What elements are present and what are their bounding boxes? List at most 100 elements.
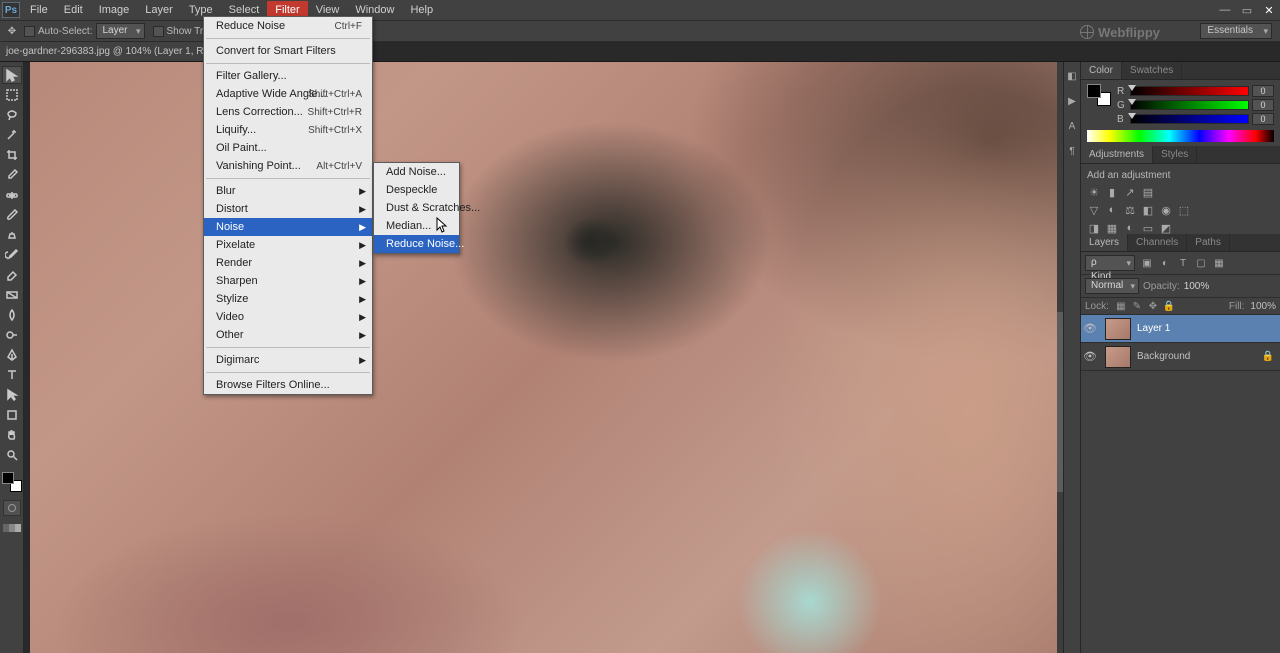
menu-edit[interactable]: Edit bbox=[56, 1, 91, 19]
filter-digimarc[interactable]: Digimarc▶ bbox=[204, 351, 372, 369]
filter-lens-correction[interactable]: Lens Correction...Shift+Ctrl+R bbox=[204, 103, 372, 121]
filter-smart-icon[interactable]: ▦ bbox=[1213, 257, 1225, 269]
noise-median[interactable]: Median... bbox=[374, 217, 459, 235]
tab-styles[interactable]: Styles bbox=[1153, 146, 1197, 163]
gradient-tool[interactable] bbox=[2, 286, 22, 304]
layer-item[interactable]: 👁 Layer 1 bbox=[1081, 315, 1280, 343]
history-brush-tool[interactable] bbox=[2, 246, 22, 264]
layer-thumbnail[interactable] bbox=[1105, 346, 1131, 368]
selective-color-adjustment-icon[interactable]: ◩ bbox=[1159, 221, 1173, 235]
filter-type-icon[interactable]: T bbox=[1177, 257, 1189, 269]
r-value[interactable]: 0 bbox=[1252, 85, 1274, 97]
noise-reduce-noise[interactable]: Reduce Noise... bbox=[374, 235, 459, 253]
quick-mask-toggle[interactable] bbox=[3, 500, 21, 516]
shape-tool[interactable] bbox=[2, 406, 22, 424]
marquee-tool[interactable] bbox=[2, 86, 22, 104]
menu-image[interactable]: Image bbox=[91, 1, 138, 19]
exposure-adjustment-icon[interactable]: ▤ bbox=[1141, 185, 1155, 199]
invert-adjustment-icon[interactable]: ◨ bbox=[1087, 221, 1101, 235]
layer-item[interactable]: 👁 Background 🔒 bbox=[1081, 343, 1280, 371]
b-slider[interactable] bbox=[1130, 114, 1249, 124]
g-slider[interactable] bbox=[1130, 100, 1249, 110]
color-spectrum[interactable] bbox=[1087, 130, 1274, 142]
lock-position-icon[interactable]: ✥ bbox=[1147, 300, 1159, 312]
filter-distort[interactable]: Distort▶ bbox=[204, 200, 372, 218]
filter-sharpen[interactable]: Sharpen▶ bbox=[204, 272, 372, 290]
magic-wand-tool[interactable] bbox=[2, 126, 22, 144]
layer-name[interactable]: Background bbox=[1137, 351, 1190, 362]
filter-shape-icon[interactable]: ▢ bbox=[1195, 257, 1207, 269]
posterize-adjustment-icon[interactable]: ▦ bbox=[1105, 221, 1119, 235]
color-swatches[interactable] bbox=[1087, 84, 1111, 106]
b-value[interactable]: 0 bbox=[1252, 113, 1274, 125]
r-slider[interactable] bbox=[1130, 86, 1249, 96]
gradient-map-adjustment-icon[interactable]: ▭ bbox=[1141, 221, 1155, 235]
blend-mode-dropdown[interactable]: Normal bbox=[1085, 278, 1139, 294]
curves-adjustment-icon[interactable]: ↗ bbox=[1123, 185, 1137, 199]
filter-pixelate[interactable]: Pixelate▶ bbox=[204, 236, 372, 254]
vertical-scrollbar[interactable] bbox=[1057, 62, 1063, 653]
lock-image-icon[interactable]: ✎ bbox=[1131, 300, 1143, 312]
menu-file[interactable]: File bbox=[22, 1, 56, 19]
auto-select-checkbox[interactable] bbox=[24, 26, 35, 37]
layer-thumbnail[interactable] bbox=[1105, 318, 1131, 340]
layer-filter-kind[interactable]: ρ Kind bbox=[1085, 255, 1135, 271]
zoom-tool[interactable] bbox=[2, 446, 22, 464]
noise-despeckle[interactable]: Despeckle bbox=[374, 181, 459, 199]
blur-tool[interactable] bbox=[2, 306, 22, 324]
noise-dust-scratches[interactable]: Dust & Scratches... bbox=[374, 199, 459, 217]
filter-browse-online[interactable]: Browse Filters Online... bbox=[204, 376, 372, 394]
auto-select-dropdown[interactable]: Layer bbox=[96, 23, 144, 39]
foreground-background-colors[interactable] bbox=[2, 472, 22, 492]
active-tool-icon[interactable]: ✥ bbox=[4, 23, 20, 39]
filter-pixel-icon[interactable]: ▣ bbox=[1141, 257, 1153, 269]
lock-transparency-icon[interactable]: ▦ bbox=[1115, 300, 1127, 312]
character-panel-icon[interactable]: A bbox=[1066, 120, 1079, 133]
eyedropper-tool[interactable] bbox=[2, 166, 22, 184]
fill-value[interactable]: 100% bbox=[1250, 301, 1276, 312]
show-transform-checkbox[interactable] bbox=[153, 26, 164, 37]
brightness-adjustment-icon[interactable]: ☀ bbox=[1087, 185, 1101, 199]
hue-adjustment-icon[interactable]: ◐ bbox=[1105, 203, 1119, 217]
close-button[interactable]: ✕ bbox=[1258, 0, 1280, 20]
photo-filter-adjustment-icon[interactable]: ◉ bbox=[1159, 203, 1173, 217]
filter-stylize[interactable]: Stylize▶ bbox=[204, 290, 372, 308]
move-tool[interactable] bbox=[2, 66, 22, 84]
tab-adjustments[interactable]: Adjustments bbox=[1081, 146, 1153, 163]
workspace-switcher[interactable]: Essentials bbox=[1200, 23, 1272, 39]
filter-video[interactable]: Video▶ bbox=[204, 308, 372, 326]
noise-add-noise[interactable]: Add Noise... bbox=[374, 163, 459, 181]
tab-paths[interactable]: Paths bbox=[1187, 234, 1230, 251]
filter-gallery[interactable]: Filter Gallery... bbox=[204, 67, 372, 85]
clone-stamp-tool[interactable] bbox=[2, 226, 22, 244]
filter-oil-paint[interactable]: Oil Paint... bbox=[204, 139, 372, 157]
opacity-value[interactable]: 100% bbox=[1184, 281, 1210, 292]
filter-render[interactable]: Render▶ bbox=[204, 254, 372, 272]
filter-noise[interactable]: Noise▶ bbox=[204, 218, 372, 236]
tab-swatches[interactable]: Swatches bbox=[1122, 62, 1182, 79]
vibrance-adjustment-icon[interactable]: ▽ bbox=[1087, 203, 1101, 217]
tab-layers[interactable]: Layers bbox=[1081, 234, 1128, 251]
path-selection-tool[interactable] bbox=[2, 386, 22, 404]
filter-adaptive-wide-angle[interactable]: Adaptive Wide Angle...Shift+Ctrl+A bbox=[204, 85, 372, 103]
filter-vanishing-point[interactable]: Vanishing Point...Alt+Ctrl+V bbox=[204, 157, 372, 175]
pen-tool[interactable] bbox=[2, 346, 22, 364]
maximize-button[interactable]: ▭ bbox=[1236, 0, 1258, 20]
minimize-button[interactable]: — bbox=[1214, 0, 1236, 20]
tab-color[interactable]: Color bbox=[1081, 62, 1122, 79]
bw-adjustment-icon[interactable]: ◧ bbox=[1141, 203, 1155, 217]
layer-name[interactable]: Layer 1 bbox=[1137, 323, 1170, 334]
crop-tool[interactable] bbox=[2, 146, 22, 164]
screen-mode[interactable] bbox=[3, 524, 21, 532]
layer-visibility-icon[interactable]: 👁 bbox=[1081, 350, 1099, 363]
menu-help[interactable]: Help bbox=[402, 1, 441, 19]
g-value[interactable]: 0 bbox=[1252, 99, 1274, 111]
actions-panel-icon[interactable]: ▶ bbox=[1066, 95, 1079, 108]
lock-all-icon[interactable]: 🔒 bbox=[1163, 300, 1175, 312]
hand-tool[interactable] bbox=[2, 426, 22, 444]
color-balance-adjustment-icon[interactable]: ⚖ bbox=[1123, 203, 1137, 217]
dodge-tool[interactable] bbox=[2, 326, 22, 344]
tab-channels[interactable]: Channels bbox=[1128, 234, 1187, 251]
menu-layer[interactable]: Layer bbox=[137, 1, 181, 19]
levels-adjustment-icon[interactable]: ▮ bbox=[1105, 185, 1119, 199]
